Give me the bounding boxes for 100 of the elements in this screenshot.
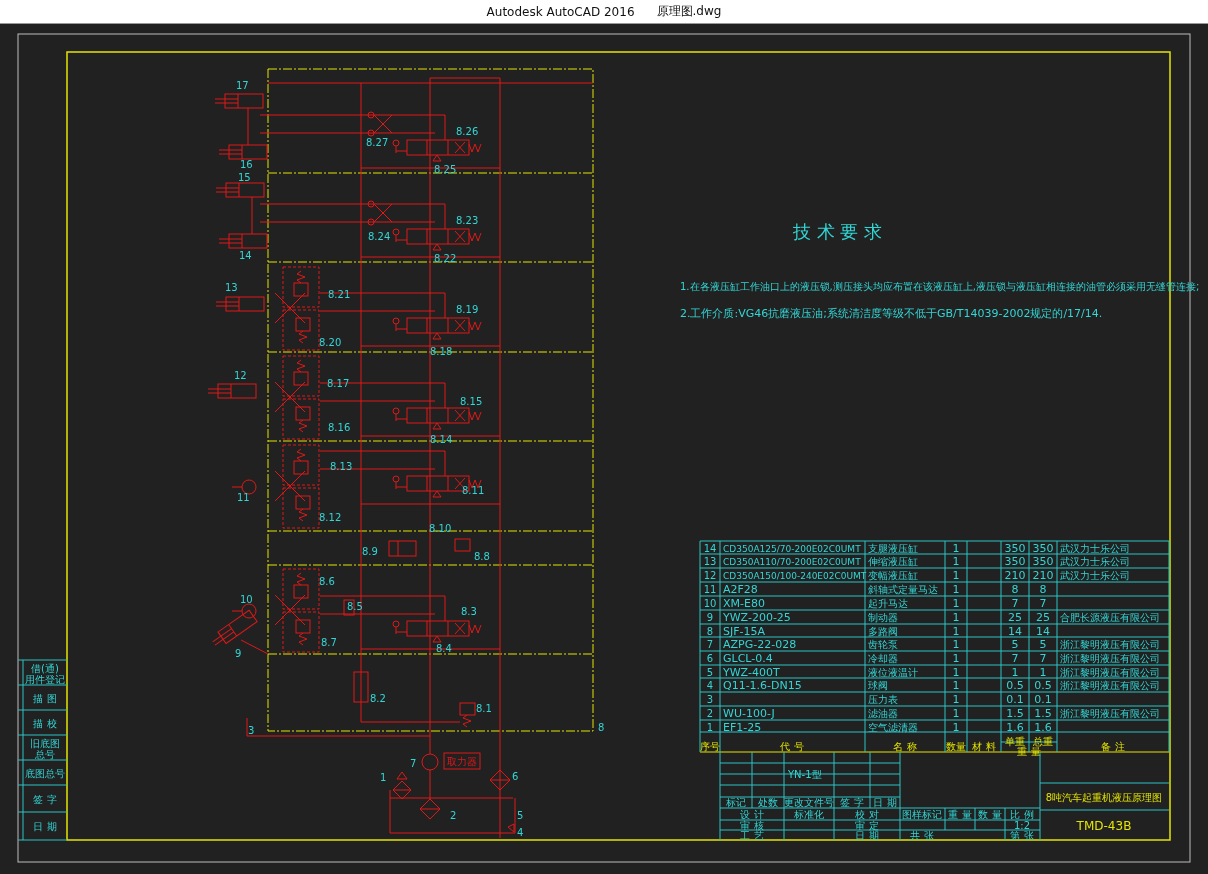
table-cell: 8 — [1011, 583, 1019, 596]
table-cell: 8 — [1039, 583, 1047, 596]
component-label: 8.20 — [319, 337, 342, 348]
component-label: 8.21 — [328, 289, 351, 300]
title-block-label: 日 期 — [873, 797, 897, 808]
table-cell: 1 — [952, 542, 960, 555]
component-label: 8.14 — [430, 434, 453, 445]
table-cell: 1.5 — [1006, 707, 1024, 720]
table-cell: 制动器 — [868, 612, 898, 623]
component-label: 8.19 — [456, 304, 479, 315]
table-cell: 12 — [703, 570, 717, 581]
component-label: 14 — [239, 250, 252, 261]
title-block-label: 重 量 — [948, 809, 972, 820]
drawing-scale: 1:2 — [1013, 820, 1031, 831]
table-cell: 1 — [1011, 666, 1019, 679]
column-header: 名 称 — [893, 741, 917, 752]
table-cell: 浙江黎明液压有限公司 — [1060, 667, 1160, 678]
component-label: 8.5 — [347, 601, 363, 612]
table-cell: 2 — [706, 708, 714, 719]
component-label: 6 — [512, 771, 519, 782]
revision-label: 底图总号 — [25, 767, 65, 779]
table-cell: 1 — [952, 707, 960, 720]
table-cell: CD350A150/100-240E02C0UMT — [723, 571, 867, 581]
revision-label: 描 图 — [33, 692, 57, 704]
component-label: 8.2 — [370, 693, 386, 704]
component-label: 15 — [238, 172, 251, 183]
table-cell: 压力表 — [868, 694, 898, 705]
table-cell: 14 — [1036, 625, 1050, 638]
table-cell: 滤油器 — [868, 708, 898, 719]
table-cell: 5 — [1039, 638, 1047, 651]
title-block-label: 更改文件号 — [784, 797, 834, 808]
table-cell: 球阀 — [868, 680, 888, 691]
table-cell: 10 — [703, 598, 717, 609]
table-cell: 1 — [952, 721, 960, 734]
component-label: 8.17 — [327, 378, 350, 389]
component-label: 3 — [248, 725, 255, 736]
table-cell: 8 — [706, 626, 714, 637]
table-cell: 浙江黎明液压有限公司 — [1060, 680, 1160, 691]
component-label: 8.8 — [474, 551, 490, 562]
title-block-label: 第 张 — [1010, 830, 1034, 841]
component-label: 8.24 — [368, 231, 391, 242]
table-cell: 210 — [1004, 569, 1026, 582]
table-cell: 起升马达 — [868, 598, 908, 609]
table-cell: 武汉力士乐公司 — [1060, 570, 1130, 581]
table-cell: 5 — [706, 667, 714, 678]
component-label: 8.15 — [460, 396, 483, 407]
component-label: 17 — [236, 80, 249, 91]
table-cell: 11 — [703, 584, 717, 595]
table-cell: 浙江黎明液压有限公司 — [1060, 653, 1160, 664]
table-cell: 7 — [1039, 652, 1047, 665]
table-cell: 1.6 — [1006, 721, 1024, 734]
table-cell: 6 — [706, 653, 714, 664]
table-cell: 1.6 — [1034, 721, 1052, 734]
table-cell: A2F28 — [723, 583, 758, 596]
component-label: 8.26 — [456, 126, 479, 137]
component-label: 16 — [240, 159, 253, 170]
revision-label: 借(通)用件登记 — [25, 662, 65, 685]
table-cell: 变幅液压缸 — [868, 570, 918, 581]
table-cell: 齿轮泵 — [868, 639, 898, 650]
column-header: 总重 — [1033, 736, 1053, 747]
component-label: 8.13 — [330, 461, 353, 472]
component-label: 12 — [234, 370, 247, 381]
component-label: 8.6 — [319, 576, 335, 587]
component-label: 8.18 — [430, 346, 453, 357]
table-cell: 9 — [706, 612, 714, 623]
column-header: 重 量 — [1017, 746, 1041, 757]
column-header: 备 注 — [1101, 741, 1125, 752]
component-label: 8.4 — [436, 643, 452, 654]
table-cell: 5 — [1011, 638, 1019, 651]
revision-label: 旧底图总号 — [30, 737, 60, 760]
table-cell: YWZ-400T — [723, 666, 780, 679]
title-block-label: 校 对 — [855, 809, 879, 820]
table-cell: 210 — [1032, 569, 1054, 582]
table-cell: CD350A110/70-200E02C0UMT — [723, 557, 861, 567]
table-cell: 13 — [703, 556, 717, 567]
component-label: 5 — [517, 810, 524, 821]
title-block-label: 标记 — [726, 797, 746, 808]
table-cell: 7 — [1011, 597, 1019, 610]
table-cell: 1 — [952, 555, 960, 568]
table-cell: 武汉力士乐公司 — [1060, 543, 1130, 554]
table-cell: 7 — [1039, 597, 1047, 610]
table-cell: 1 — [952, 652, 960, 665]
component-label: 8.22 — [434, 253, 457, 264]
component-label: 7 — [410, 758, 417, 769]
table-cell: 0.5 — [1006, 679, 1024, 692]
table-cell: EF1-25 — [723, 721, 762, 734]
component-label: 4 — [517, 827, 524, 838]
table-cell: 1.5 — [1034, 707, 1052, 720]
table-cell: AZPG-22-028 — [723, 638, 797, 651]
table-cell: 25 — [1008, 611, 1022, 624]
table-cell: 冷却器 — [868, 653, 898, 664]
table-cell: 350 — [1004, 555, 1026, 568]
table-cell: 7 — [1011, 652, 1019, 665]
table-cell: XM-E80 — [723, 597, 765, 610]
table-cell: 3 — [706, 694, 714, 705]
component-label: 8.27 — [366, 137, 389, 148]
table-cell: 1 — [706, 722, 714, 733]
table-cell: CD350A125/70-200E02C0UMT — [723, 544, 861, 554]
table-cell: 350 — [1004, 542, 1026, 555]
component-label: 2 — [450, 810, 457, 821]
